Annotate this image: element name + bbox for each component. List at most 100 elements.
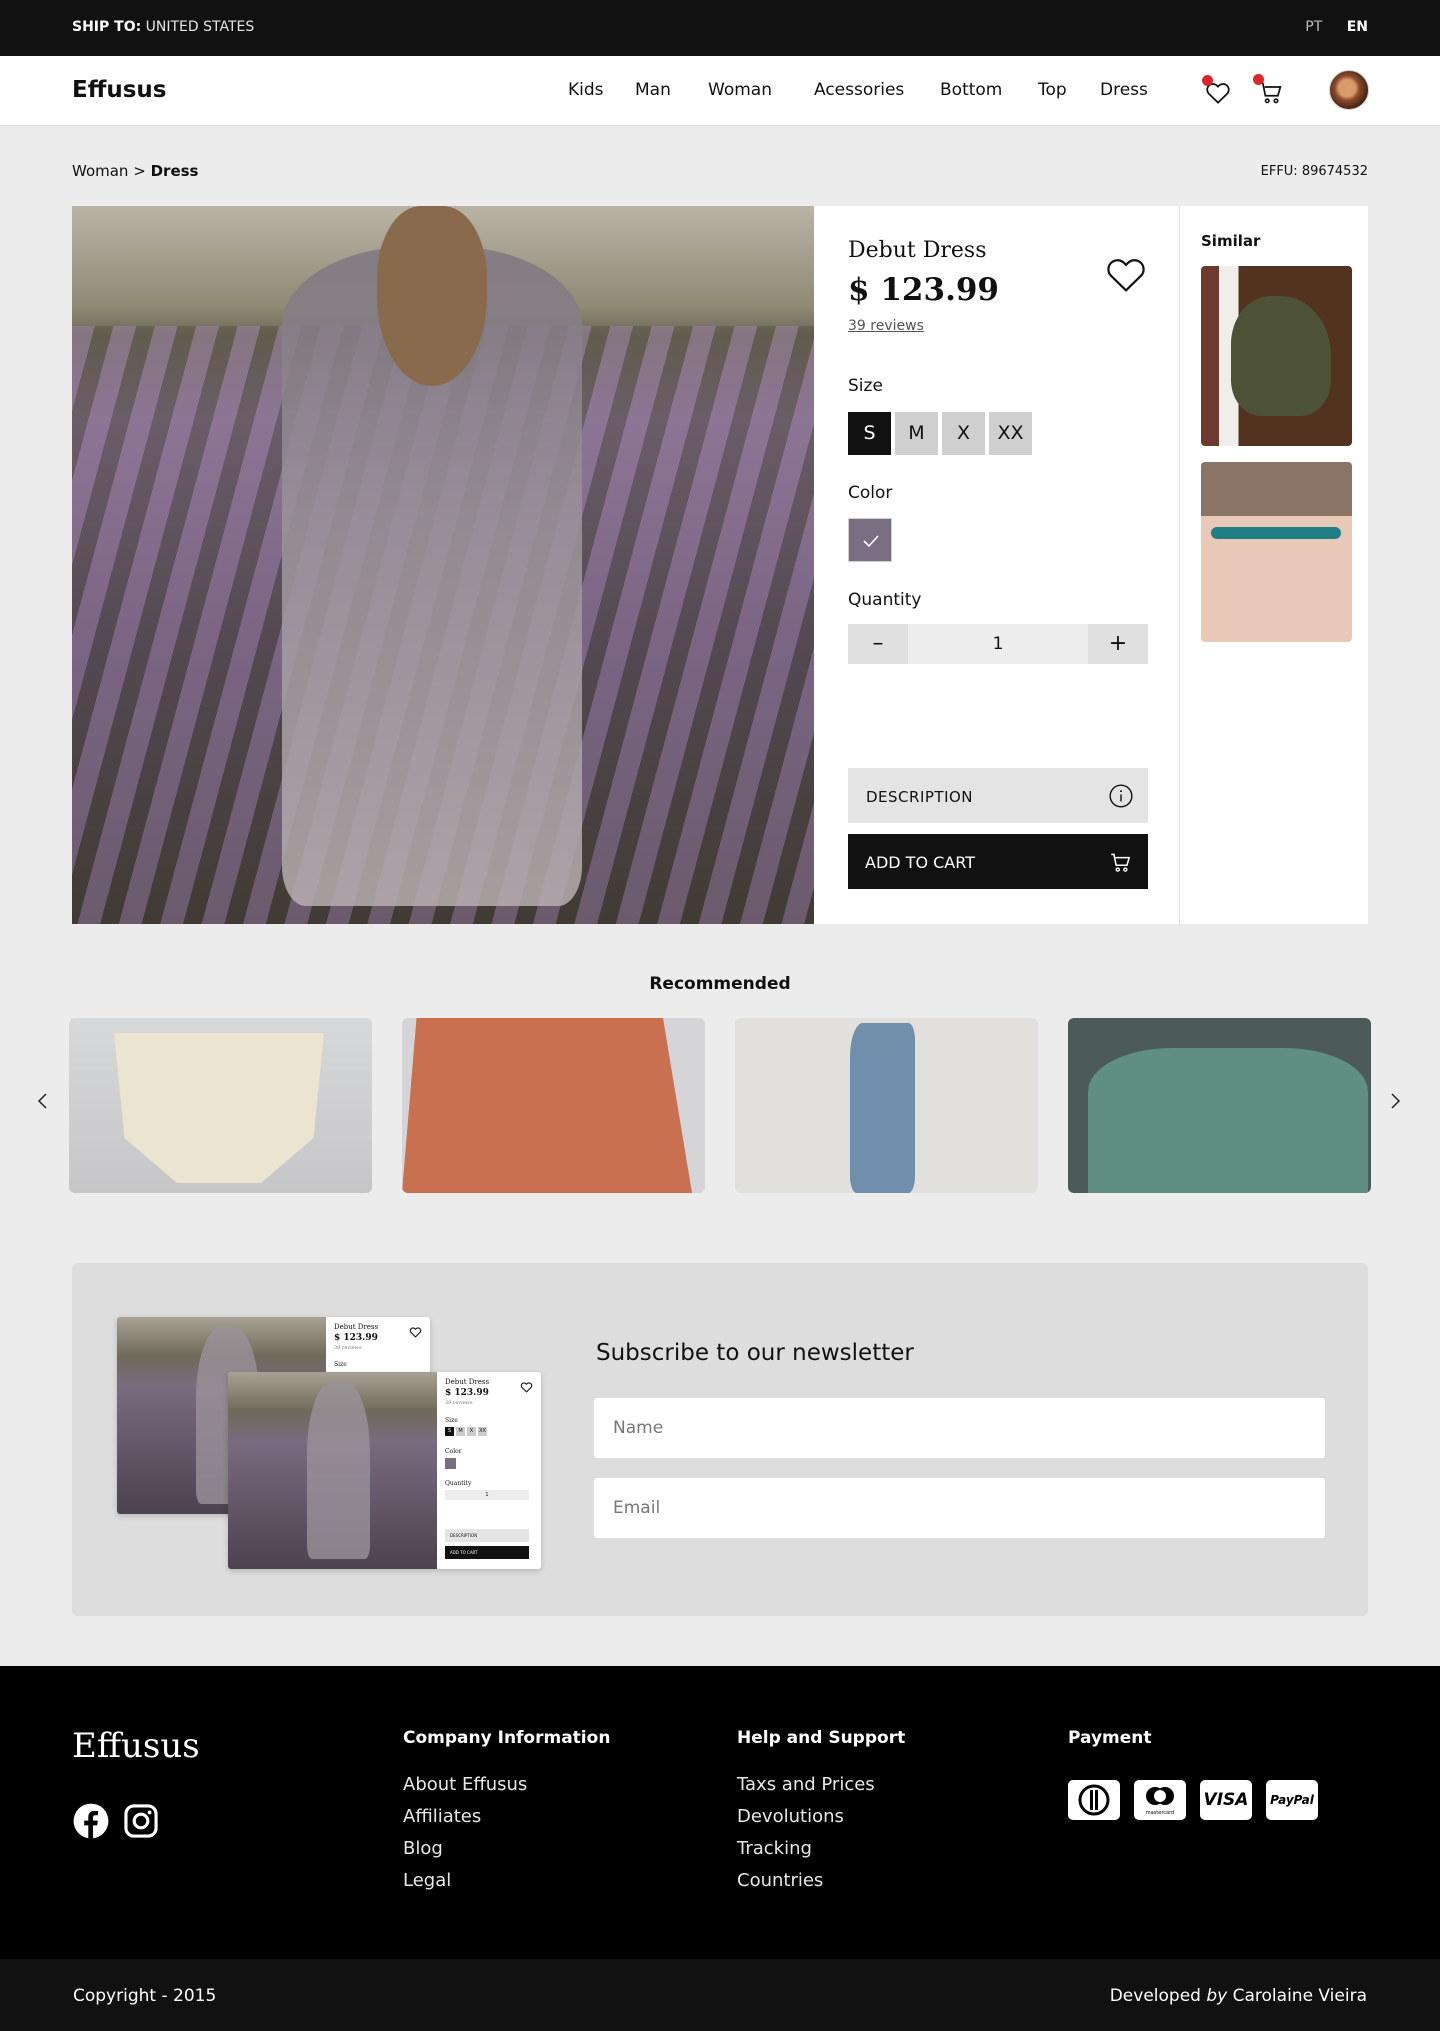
developer-credit: Developed by Carolaine Vieira: [1110, 1986, 1367, 2006]
mockup-size-m: M: [456, 1427, 465, 1436]
ship-to-country: UNITED STATES: [145, 19, 255, 35]
check-icon: [863, 535, 879, 548]
wishlist-button[interactable]: [1202, 75, 1233, 107]
product-price: $ 123.99: [848, 272, 1000, 308]
paypal-icon: PayPal: [1266, 1780, 1318, 1820]
footer-link-tracking[interactable]: Tracking: [737, 1838, 905, 1870]
mockup-size-label: Size: [445, 1417, 458, 1424]
chevron-left-icon: [37, 1093, 47, 1109]
quantity-increase-button[interactable]: +: [1088, 624, 1148, 664]
credit-name[interactable]: Carolaine Vieira: [1233, 1986, 1367, 2006]
recommended-product-card[interactable]: [69, 1018, 372, 1193]
main-header: Effusus Kids Man Woman Acessories Bottom…: [0, 56, 1440, 126]
recommended-product-card[interactable]: [1068, 1018, 1371, 1193]
breadcrumb: Woman > Dress: [72, 162, 198, 180]
recommended-product-card[interactable]: [735, 1018, 1038, 1193]
similar-product-image[interactable]: [1201, 462, 1352, 642]
size-option-s[interactable]: S: [848, 412, 891, 455]
menu-item-man[interactable]: Man: [635, 80, 671, 100]
wishlist-badge: [1202, 75, 1213, 86]
description-button[interactable]: DESCRIPTION: [848, 768, 1148, 823]
info-icon: [1109, 784, 1133, 808]
mockup-title: Debut Dress: [445, 1378, 490, 1386]
copyright-text: Copyright - 2015: [73, 1986, 217, 2006]
color-swatch[interactable]: [848, 518, 892, 562]
similar-products: Similar: [1180, 206, 1368, 924]
menu-item-kids[interactable]: Kids: [568, 80, 604, 100]
footer-link-devolutions[interactable]: Devolutions: [737, 1806, 905, 1838]
quantity-stepper: – 1 +: [848, 624, 1148, 664]
site-logo[interactable]: Effusus: [72, 77, 166, 103]
footer-link-legal[interactable]: Legal: [403, 1870, 610, 1902]
instagram-link[interactable]: [122, 1802, 160, 1840]
recommended-product-card[interactable]: [402, 1018, 705, 1193]
heart-icon: [520, 1382, 533, 1393]
quantity-decrease-button[interactable]: –: [848, 624, 908, 664]
menu-item-acessories[interactable]: Acessories: [814, 80, 904, 100]
heart-icon: [1107, 259, 1145, 292]
site-footer: Effusus Company Information About Effusu…: [0, 1666, 1440, 1959]
mockup-description: DESCRIPTION: [445, 1529, 529, 1542]
add-to-cart-button[interactable]: ADD TO CART: [848, 834, 1148, 889]
footer-logo[interactable]: Effusus: [72, 1726, 200, 1766]
product-sku: EFFU: 89674532: [1260, 164, 1368, 179]
size-label: Size: [848, 376, 883, 396]
footer-company-column: Company Information About Effusus Affili…: [403, 1728, 610, 1902]
model-hair: [377, 206, 487, 386]
footer-payment-column: Payment: [1068, 1728, 1152, 1774]
cart-badge: [1253, 74, 1264, 85]
user-avatar[interactable]: [1329, 70, 1369, 110]
newsletter-name-input[interactable]: [594, 1398, 1325, 1458]
mockup-quantity-label: Quantity: [445, 1480, 472, 1487]
menu-item-woman[interactable]: Woman: [708, 80, 772, 100]
carousel-next-button[interactable]: [1388, 1090, 1402, 1118]
lang-en[interactable]: EN: [1347, 19, 1368, 35]
footer-payment-title: Payment: [1068, 1728, 1152, 1748]
footer-link-taxes[interactable]: Taxs and Prices: [737, 1774, 905, 1806]
product-title: Debut Dress: [848, 238, 987, 263]
footer-company-title: Company Information: [403, 1728, 611, 1748]
similar-product-image[interactable]: [1201, 266, 1352, 446]
mockup-image: [228, 1372, 437, 1569]
newsletter-section: Debut Dress $ 123.99 39 reviews Size Deb…: [72, 1263, 1368, 1616]
size-option-xx[interactable]: XX: [989, 412, 1032, 455]
footer-link-about[interactable]: About Effusus: [403, 1774, 610, 1806]
size-option-m[interactable]: M: [895, 412, 938, 455]
breadcrumb-parent[interactable]: Woman: [72, 162, 128, 180]
quantity-value[interactable]: 1: [908, 624, 1088, 664]
credit-prefix: Developed: [1109, 1986, 1201, 2006]
product-reviews-link[interactable]: 39 reviews: [848, 318, 924, 334]
add-to-wishlist-button[interactable]: [1104, 254, 1148, 294]
mockup-size-xx: XX: [478, 1427, 487, 1436]
facebook-link[interactable]: [72, 1802, 110, 1840]
similar-title: Similar: [1201, 232, 1261, 250]
newsletter-email-input[interactable]: [594, 1478, 1325, 1538]
diners-club-icon: [1068, 1780, 1120, 1820]
mockup-color-label: Color: [445, 1448, 462, 1455]
cart-icon: [1111, 853, 1131, 872]
breadcrumb-current: Dress: [150, 162, 199, 180]
language-switcher: PT EN: [1285, 19, 1368, 35]
product-main-image: [72, 206, 814, 924]
mockup-quantity: 1: [445, 1490, 529, 1500]
quantity-label: Quantity: [848, 590, 922, 610]
footer-link-affiliates[interactable]: Affiliates: [403, 1806, 610, 1838]
cart-button[interactable]: [1253, 74, 1286, 107]
footer-link-countries[interactable]: Countries: [737, 1870, 905, 1902]
instagram-icon: [124, 1804, 158, 1838]
product-details: Debut Dress $ 123.99 39 reviews Size S M…: [814, 206, 1180, 924]
menu-item-top[interactable]: Top: [1038, 80, 1067, 100]
carousel-prev-button[interactable]: [36, 1090, 50, 1118]
menu-item-dress[interactable]: Dress: [1100, 80, 1148, 100]
mockup-size-label: Size: [334, 1361, 347, 1368]
ship-to[interactable]: SHIP TO: UNITED STATES: [72, 19, 254, 35]
top-bar: SHIP TO: UNITED STATES PT EN: [0, 0, 1440, 56]
menu-item-bottom[interactable]: Bottom: [940, 80, 1002, 100]
size-option-x[interactable]: X: [942, 412, 985, 455]
mockup-size-x: X: [467, 1427, 476, 1436]
mockup-reviews: 39 reviews: [334, 1345, 362, 1351]
footer-link-blog[interactable]: Blog: [403, 1838, 610, 1870]
lang-pt[interactable]: PT: [1305, 19, 1322, 35]
mockup-color-swatch: [445, 1458, 456, 1469]
mockup-reviews: 39 reviews: [445, 1400, 473, 1406]
